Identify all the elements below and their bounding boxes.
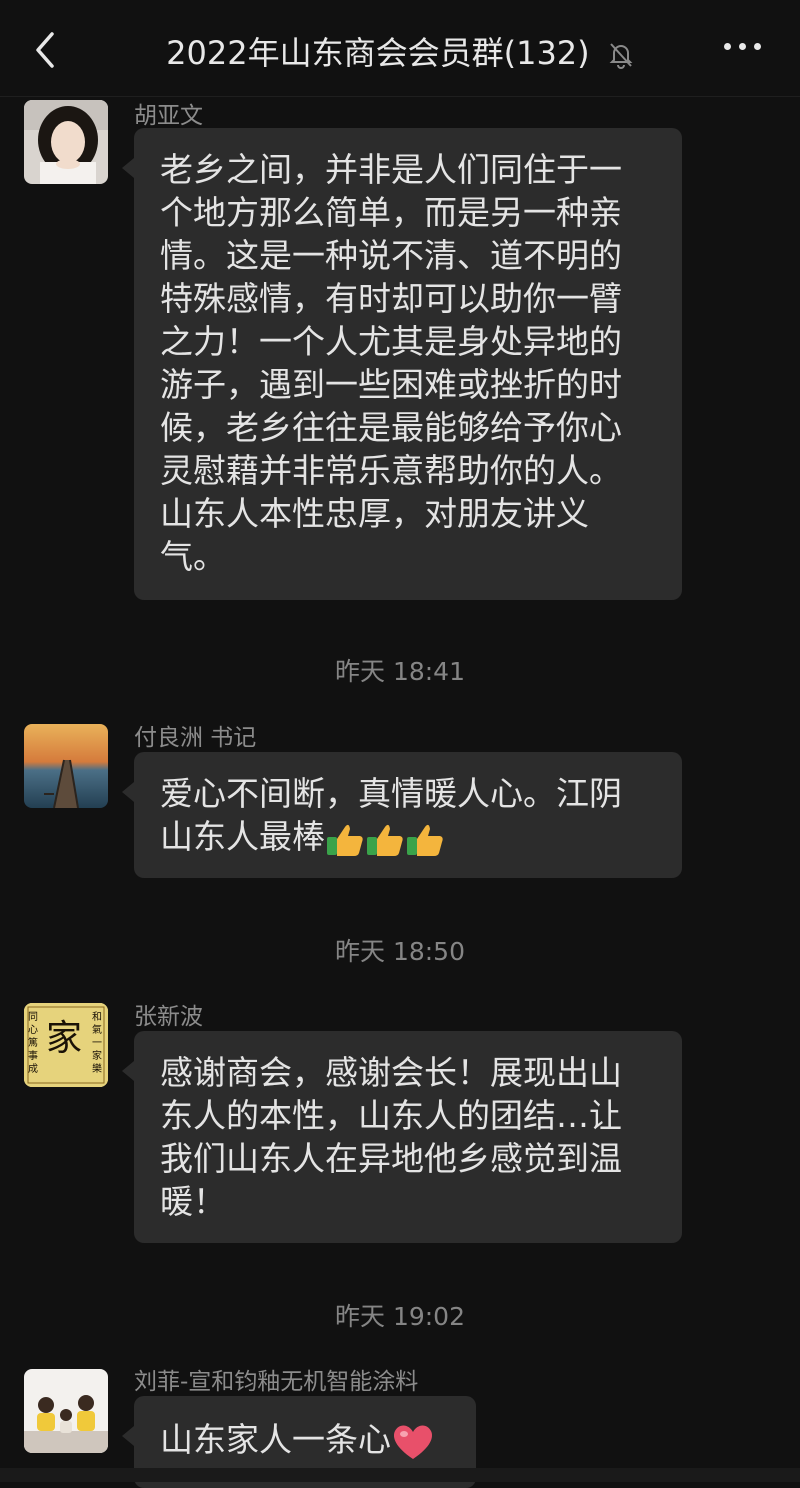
message-line: 特殊感情，有时却可以助你一臂: [160, 279, 622, 318]
message-line: 暖！: [160, 1182, 226, 1221]
message-line: 情。这是一种说不清、道不明的: [160, 236, 622, 275]
chat-header: 2022年山东商会会员群(132): [0, 0, 800, 97]
avatar-side-text: 同心篤事成: [28, 1012, 38, 1075]
message-bubble[interactable]: 老乡之间，并非是人们同住于一 个地方那么简单，而是另一种亲 情。这是一种说不清、…: [122, 128, 682, 600]
more-dots-icon[interactable]: [724, 40, 762, 54]
sender-name: 胡亚文: [134, 103, 203, 129]
sender-name: 付良洲 书记: [134, 725, 257, 751]
message-line: 东人的本性，山东人的团结…让: [160, 1096, 622, 1135]
message-line: 个地方那么简单，而是另一种亲: [160, 193, 622, 232]
message-text: 山东人最棒: [160, 817, 325, 856]
message-line: 山东家人一条心: [160, 1418, 450, 1461]
thumbs-up-icon: [367, 824, 403, 856]
bell-slash-icon: [609, 43, 633, 69]
avatar[interactable]: [24, 1369, 108, 1453]
timestamp: 昨天 19:02: [335, 1302, 465, 1331]
message-line: 山东人本性忠厚，对朋友讲义: [160, 494, 589, 533]
sender-name: 刘菲-宣和钧釉无机智能涂料: [134, 1369, 419, 1395]
input-bar: [0, 1468, 800, 1482]
timestamp: 昨天 18:50: [335, 937, 465, 966]
message-line: 山东人最棒: [160, 815, 656, 858]
thumbs-up-icon: [327, 824, 363, 856]
chevron-left-icon[interactable]: [30, 30, 62, 70]
avatar[interactable]: [24, 724, 108, 808]
thumbs-up-icon: [407, 824, 443, 856]
message-line: 爱心不间断，真情暖人心。江阴: [160, 774, 622, 813]
message-line: 我们山东人在异地他乡感觉到温: [160, 1139, 622, 1178]
avatar-main-glyph: 家: [46, 1018, 83, 1059]
message-line: 候，老乡往往是最能够给予你心: [160, 408, 622, 447]
message-text: 山东家人一条心: [160, 1420, 391, 1459]
message-bubble[interactable]: 感谢商会，感谢会长！展现出山 东人的本性，山东人的团结…让 我们山东人在异地他乡…: [122, 1031, 682, 1243]
chat-title-text: 2022年山东商会会员群(132): [166, 34, 590, 72]
message-line: 感谢商会，感谢会长！展现出山: [160, 1053, 622, 1092]
timestamp: 昨天 18:41: [335, 657, 465, 686]
avatar-side-text: 和氣一家樂: [92, 1012, 102, 1075]
avatar[interactable]: 家 同心篤事成 和氣一家樂: [24, 1003, 108, 1087]
red-heart-icon: [393, 1424, 433, 1459]
message-line: 之力！一个人尤其是身处异地的: [160, 322, 622, 361]
sender-name: 张新波: [134, 1004, 203, 1030]
message-line: 灵慰藉并非常乐意帮助你的人。: [160, 451, 622, 490]
message-line: 游子，遇到一些困难或挫折的时: [160, 365, 622, 404]
avatar[interactable]: [24, 100, 108, 184]
message-line: 老乡之间，并非是人们同住于一: [160, 150, 622, 189]
message-bubble[interactable]: 爱心不间断，真情暖人心。江阴 山东人最棒: [122, 752, 682, 878]
chat-title: 2022年山东商会会员群(132): [120, 28, 680, 74]
message-line: 气。: [160, 537, 226, 576]
